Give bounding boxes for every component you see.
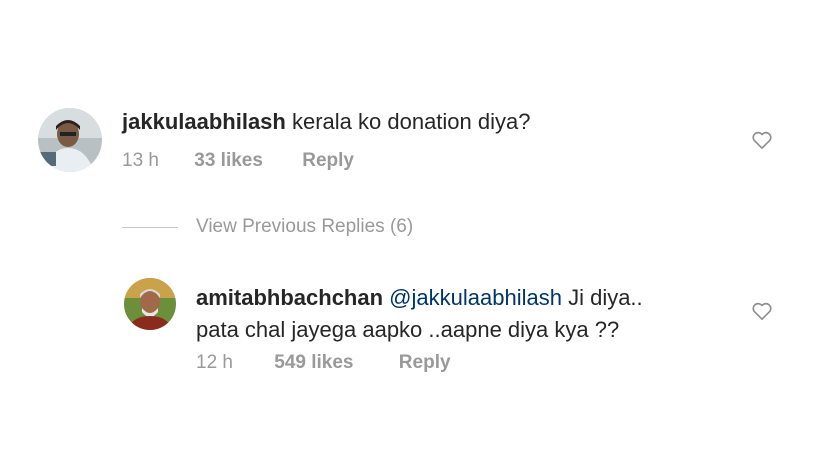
comment-text: kerala ko donation diya? <box>291 109 531 134</box>
profile-photo-icon <box>38 108 102 172</box>
profile-photo-icon <box>124 278 176 330</box>
avatar[interactable] <box>38 108 102 172</box>
comment-body: amitabhbachchan @jakkulaabhilash Ji diya… <box>196 282 643 314</box>
reply-button[interactable]: Reply <box>399 352 451 373</box>
comments-section: jakkulaabhilash kerala ko donation diya?… <box>0 0 824 462</box>
comment-time: 13 h <box>122 150 159 171</box>
comment-likes[interactable]: 33 likes <box>194 150 263 171</box>
comment-meta: 13 h 33 likes Reply <box>122 150 354 172</box>
view-previous-replies[interactable]: View Previous Replies (6) <box>122 214 413 240</box>
comment-body: jakkulaabhilash kerala ko donation diya? <box>122 106 530 138</box>
view-previous-label: View Previous Replies (6) <box>196 216 414 237</box>
comment-username[interactable]: jakkulaabhilash <box>122 109 286 134</box>
comment-body-line2: pata chal jayega aapko ..aapne diya kya … <box>196 314 619 346</box>
avatar[interactable] <box>124 278 176 330</box>
heart-icon[interactable] <box>751 130 773 150</box>
comment-text-line1: Ji diya.. <box>568 285 643 310</box>
comment-mention[interactable]: @jakkulaabhilash <box>389 285 562 310</box>
comment-time: 12 h <box>196 352 233 373</box>
comment-username[interactable]: amitabhbachchan <box>196 285 383 310</box>
comment-meta: 12 h 549 likes Reply <box>196 352 451 374</box>
comment-likes[interactable]: 549 likes <box>274 352 353 373</box>
comment-text-line2: pata chal jayega aapko ..aapne diya kya … <box>196 317 620 342</box>
heart-icon[interactable] <box>751 301 773 321</box>
reply-button[interactable]: Reply <box>302 150 354 171</box>
divider-line <box>122 226 178 228</box>
